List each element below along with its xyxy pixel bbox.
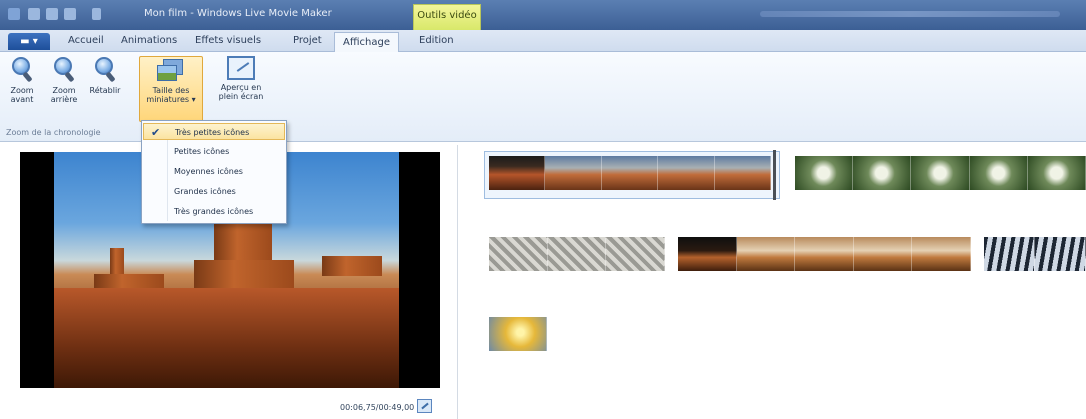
menu-item-very-large-icons[interactable]: Très grandes icônes <box>143 203 285 220</box>
menu-item-label: Petites icônes <box>174 147 230 156</box>
menu-item-very-small-icons[interactable]: ✔ Très petites icônes <box>143 123 285 140</box>
file-menu-button[interactable]: ▬ ▾ <box>8 33 50 50</box>
tab-accueil[interactable]: Accueil <box>68 35 104 52</box>
thumbnail-size-button[interactable]: Taille des miniatures ▾ <box>139 56 203 122</box>
storyboard-clip[interactable] <box>678 237 971 271</box>
menu-item-large-icons[interactable]: Grandes icônes <box>143 183 285 200</box>
undo-icon[interactable] <box>46 8 58 20</box>
tab-affichage[interactable]: Affichage <box>334 32 399 53</box>
app-icon[interactable] <box>8 8 20 20</box>
expand-icon[interactable] <box>417 399 432 413</box>
video-tools-contextual-header: Outils vidéo <box>413 4 481 30</box>
pane-splitter[interactable] <box>457 145 458 419</box>
zoom-out-button[interactable]: Zoom arrière <box>48 56 80 104</box>
thumbnail-size-label: Taille des miniatures ▾ <box>146 86 196 104</box>
playhead-cursor[interactable] <box>773 150 776 200</box>
zoom-out-icon <box>52 56 76 84</box>
thumbnail-size-menu: ✔ Très petites icônes Petites icônes Moy… <box>141 120 287 224</box>
ribbon-tab-row: ▬ ▾ Accueil Animations Effets visuels Pr… <box>0 30 1086 53</box>
tab-effets-visuels[interactable]: Effets visuels <box>195 35 261 52</box>
fullscreen-preview-icon <box>227 56 255 80</box>
storyboard-clip[interactable] <box>489 156 771 190</box>
fullscreen-preview-label: Aperçu en plein écran <box>218 83 264 101</box>
zoom-in-icon <box>10 56 34 84</box>
zoom-out-label: Zoom arrière <box>50 86 78 104</box>
zoom-reset-icon <box>93 56 117 84</box>
save-icon[interactable] <box>28 8 40 20</box>
storyboard-clip[interactable] <box>489 237 665 271</box>
menu-item-label: Très petites icônes <box>175 128 250 137</box>
zoom-in-button[interactable]: Zoom avant <box>8 56 36 104</box>
storyboard-clip[interactable] <box>489 317 547 351</box>
title-bar-glow <box>760 11 1060 17</box>
menu-item-label: Très grandes icônes <box>174 207 254 216</box>
window-title: Mon film - Windows Live Movie Maker <box>144 8 332 19</box>
menu-item-label: Grandes icônes <box>174 187 236 196</box>
zoom-in-label: Zoom avant <box>10 86 34 104</box>
movie-maker-window: Mon film - Windows Live Movie Maker Outi… <box>0 0 1086 419</box>
checkmark-icon: ✔ <box>151 126 161 139</box>
redo-icon[interactable] <box>64 8 76 20</box>
storyboard-clip[interactable] <box>984 237 1086 271</box>
tab-edition[interactable]: Edition <box>419 35 454 52</box>
tab-projet[interactable]: Projet <box>293 35 322 52</box>
zoom-reset-button[interactable]: Rétablir <box>88 56 122 95</box>
menu-item-small-icons[interactable]: Petites icônes <box>143 143 285 160</box>
preview-time-readout: 00:06,75/00:49,00 <box>340 403 415 412</box>
ribbon-group-label: Zoom de la chronologie <box>6 128 101 137</box>
menu-item-medium-icons[interactable]: Moyennes icônes <box>143 163 285 180</box>
menu-item-label: Moyennes icônes <box>174 167 243 176</box>
storyboard-clip[interactable] <box>795 156 1086 190</box>
zoom-reset-label: Rétablir <box>89 86 121 95</box>
thumbnail-size-icon <box>157 59 185 83</box>
fullscreen-preview-button[interactable]: Aperçu en plein écran <box>214 56 268 101</box>
title-bar: Mon film - Windows Live Movie Maker Outi… <box>0 0 1086 30</box>
qat-dropdown-icon[interactable] <box>92 8 101 20</box>
tab-animations[interactable]: Animations <box>121 35 177 52</box>
